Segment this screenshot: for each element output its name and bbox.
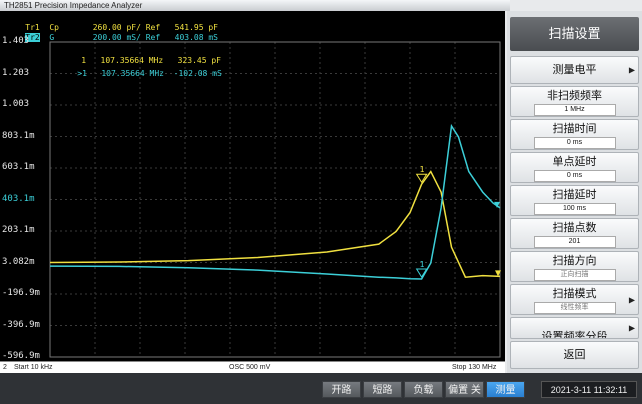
marker2-value: -102.08 mS: [173, 69, 222, 78]
load-button[interactable]: 负载: [404, 381, 443, 398]
open-button[interactable]: 开路: [322, 381, 361, 398]
y-tick-label: -196.9m: [2, 288, 40, 298]
point-delay-value[interactable]: 0 ms: [533, 170, 616, 182]
sweep-direction-button[interactable]: 扫描方向 正向扫描: [510, 251, 639, 282]
sweep-delay-button[interactable]: 扫描延时 100 ms: [510, 185, 639, 216]
softkey-panel: 扫描设置 测量电平 ▶ 非扫频频率 1 MHz 扫描时间 0 ms 单点延时 0…: [507, 11, 642, 373]
y-tick-label: 403.1m: [2, 194, 35, 204]
back-label: 返回: [563, 349, 586, 361]
back-button[interactable]: 返回: [510, 341, 639, 369]
measure-level-label: 测量电平: [552, 64, 597, 76]
sweep-mode-label: 扫描模式: [552, 288, 597, 300]
menu-title: 扫描设置: [510, 17, 639, 51]
y-tick-label: -596.9m: [2, 351, 40, 361]
y-tick-label: 803.1m: [2, 131, 35, 141]
sweep-time-value[interactable]: 0 ms: [533, 137, 616, 149]
tr2-unit: mS/: [126, 33, 141, 42]
y-tick-label: 1.403: [2, 36, 30, 46]
measure-button[interactable]: 测量: [486, 381, 525, 398]
submenu-arrow-icon: ▶: [628, 65, 635, 75]
sweep-delay-value[interactable]: 100 ms: [533, 203, 616, 215]
y-tick-label: 1.203: [2, 68, 30, 78]
sweep-points-label: 扫描点数: [552, 222, 597, 234]
sweep-mode-value: 线性频率: [533, 302, 616, 314]
submenu-arrow-icon: ▶: [628, 323, 635, 333]
app-title: TH2851 Precision Impedance Analyzer: [0, 0, 510, 11]
sweep-direction-value: 正向扫描: [533, 269, 616, 281]
tr2-ref: 403.08 mS: [174, 33, 218, 42]
point-delay-button[interactable]: 单点延时 0 ms: [510, 152, 639, 183]
y-tick-label: -396.9m: [2, 320, 40, 330]
fixed-frequency-value[interactable]: 1 MHz: [533, 104, 616, 116]
sweep-time-button[interactable]: 扫描时间 0 ms: [510, 119, 639, 150]
measure-level-button[interactable]: 测量电平 ▶: [510, 56, 639, 84]
sweep-points-value[interactable]: 201: [533, 236, 616, 248]
marker-number: 1: [420, 165, 425, 174]
tr2-ref-label: Ref: [145, 33, 161, 42]
sweep-mode-button[interactable]: 扫描模式 线性频率 ▶: [510, 284, 639, 315]
sweep-direction-label: 扫描方向: [552, 255, 597, 267]
fixed-frequency-label: 非扫频频率: [547, 90, 602, 102]
segment-setup-label: 设置频率分段: [541, 331, 608, 339]
short-button[interactable]: 短路: [363, 381, 402, 398]
datetime-display: 2021-3-11 11:32:11: [541, 381, 637, 398]
fixed-frequency-button[interactable]: 非扫频频率 1 MHz: [510, 86, 639, 117]
y-tick-label: 603.1m: [2, 162, 35, 172]
segment-setup-button[interactable]: 设置频率分段 ▶: [510, 317, 639, 339]
sweep-points-button[interactable]: 扫描点数 201: [510, 218, 639, 249]
chart-area[interactable]: 11 Tr1 Cp 260.00 pF/ Ref 541.95 pF Tr2 G…: [0, 11, 505, 361]
tr2-value: 200.00: [92, 33, 122, 42]
point-delay-label: 单点延时: [552, 156, 597, 168]
sweep-time-label: 扫描时间: [552, 123, 597, 135]
marker-number: 1: [420, 260, 425, 269]
y-tick-label: 3.082m: [2, 257, 35, 267]
bias-button[interactable]: 偏置 关: [445, 381, 484, 398]
tr2-param: G: [49, 33, 55, 42]
y-tick-label: 1.003: [2, 99, 30, 109]
y-tick-label: 203.1m: [2, 225, 35, 235]
marker2-readout: >1 107.35664 MHz -102.08 mS: [58, 59, 222, 89]
bottom-toolbar: 开路 短路 负载 偏置 关 测量 2021-3-11 11:32:11: [0, 373, 642, 404]
sweep-delay-label: 扫描延时: [552, 189, 597, 201]
marker2-freq: 107.35664 MHz: [101, 69, 164, 78]
marker2-id: >1: [77, 69, 87, 78]
submenu-arrow-icon: ▶: [628, 295, 635, 304]
